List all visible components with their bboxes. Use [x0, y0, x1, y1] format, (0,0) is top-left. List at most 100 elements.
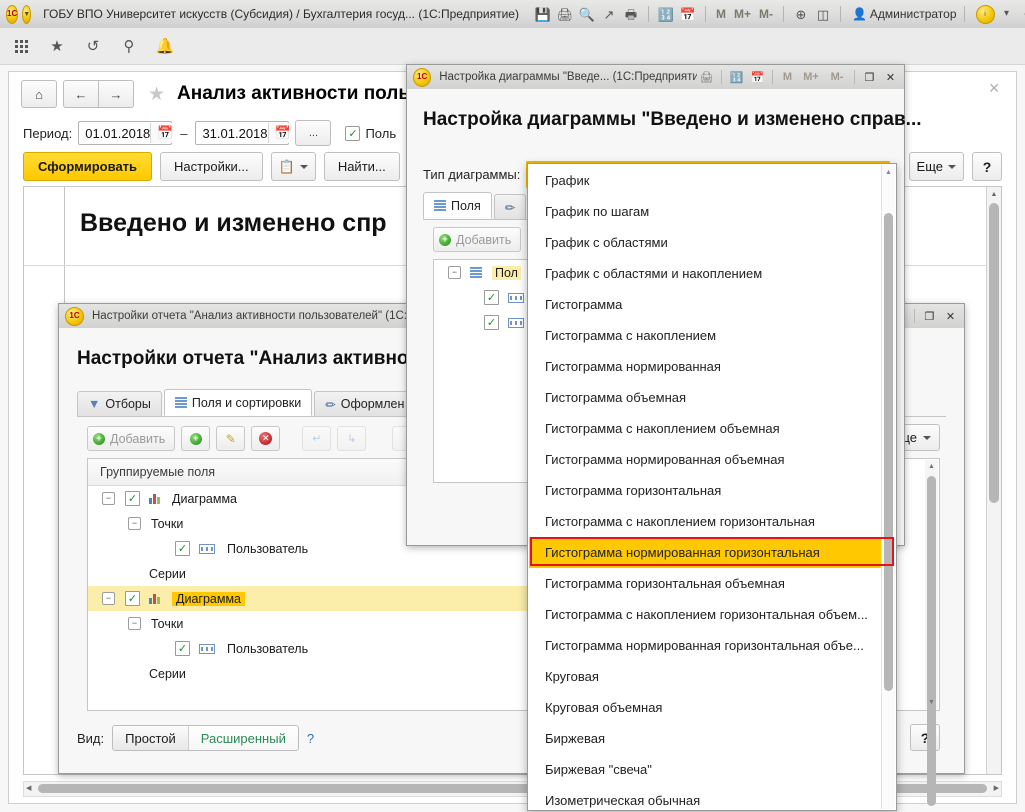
dropdown-item[interactable]: Гистограмма объемная: [529, 382, 882, 413]
expander-collapse-icon[interactable]: −: [102, 592, 115, 605]
dropdown-item[interactable]: Гистограмма с накоплением: [529, 320, 882, 351]
print-preview-icon[interactable]: 🖨: [697, 68, 716, 87]
dropdown-item[interactable]: График: [529, 165, 882, 196]
calculator-icon[interactable]: 🔢: [656, 4, 676, 24]
maximize-button[interactable]: ❐: [860, 68, 879, 87]
magnifier-icon[interactable]: ⊕: [791, 4, 811, 24]
copy-report-button[interactable]: 📋: [271, 152, 316, 181]
memory-mplus-button[interactable]: M+: [731, 7, 754, 21]
report-vertical-scrollbar[interactable]: ▲: [986, 187, 1001, 774]
generate-button[interactable]: Сформировать: [23, 152, 152, 181]
dropdown-item[interactable]: Гистограмма с накоплением горизонтальная…: [529, 599, 882, 630]
calendar-icon[interactable]: 📅: [748, 68, 767, 87]
notifications-bell-icon[interactable]: 🔔: [150, 33, 180, 59]
dropdown-item[interactable]: График с областями и накоплением: [529, 258, 882, 289]
checkbox-checked-icon[interactable]: ✓: [125, 491, 140, 506]
print-icon[interactable]: 🖨: [555, 4, 575, 24]
arrow-right-icon[interactable]: →: [98, 80, 134, 108]
scroll-thumb[interactable]: [989, 203, 999, 503]
period-more-button[interactable]: ...: [295, 120, 331, 146]
delete-red-icon[interactable]: ✕: [251, 426, 280, 451]
close-button[interactable]: ✕: [881, 68, 900, 87]
memory-mplus-button[interactable]: M+: [799, 68, 823, 87]
dropdown-item[interactable]: Круговая: [529, 661, 882, 692]
tab-oformlenie[interactable]: ✏ Оформлен: [314, 391, 415, 416]
close-icon[interactable]: ✕: [988, 80, 1000, 97]
expander-collapse-icon[interactable]: −: [128, 517, 141, 530]
scroll-up-arrow-icon[interactable]: ▲: [925, 460, 938, 473]
calendar-icon-from[interactable]: 📅: [150, 123, 173, 143]
app-menu-dropdown-icon[interactable]: ▼: [22, 5, 31, 24]
search-icon[interactable]: ⚲: [114, 33, 144, 59]
dropdown-item[interactable]: Изометрическая обычная: [529, 785, 882, 811]
calendar-icon-to[interactable]: 📅: [268, 123, 291, 143]
scroll-left-arrow-icon[interactable]: ◀: [26, 784, 31, 792]
memory-mminus-button[interactable]: M-: [825, 68, 849, 87]
star-icon[interactable]: ★: [148, 83, 165, 106]
move-out-icon[interactable]: ↵: [302, 426, 331, 451]
link-upload-icon[interactable]: ↗: [599, 4, 619, 24]
user-filter-checkbox[interactable]: ✓ Поль: [345, 126, 396, 141]
minimize-button[interactable]: −: [1017, 4, 1025, 24]
help-link[interactable]: ?: [307, 731, 314, 746]
dropdown-item[interactable]: Гистограмма нормированная горизонтальная: [529, 537, 882, 568]
right-panel-scrollbar[interactable]: ▲ ▼: [925, 460, 938, 709]
arrow-left-icon[interactable]: ←: [63, 80, 98, 108]
home-icon[interactable]: ⌂: [21, 80, 57, 108]
maximize-button[interactable]: ❐: [920, 307, 939, 326]
settings-button[interactable]: Настройки...: [160, 152, 263, 181]
dropdown-item[interactable]: График с областями: [529, 227, 882, 258]
chart-add-button[interactable]: + Добавить: [433, 227, 521, 252]
checkbox-checked-icon[interactable]: ✓: [175, 641, 190, 656]
calendar-icon[interactable]: 📅: [678, 4, 698, 24]
tab-otbory[interactable]: ▼ Отборы: [77, 391, 162, 416]
more-button[interactable]: Еще: [909, 152, 964, 181]
date-to-input[interactable]: 31.01.2018 📅: [195, 121, 289, 145]
find-button[interactable]: Найти...: [324, 152, 400, 181]
add-copy-icon[interactable]: +: [181, 426, 210, 451]
view-extended-button[interactable]: Расширенный: [188, 726, 298, 750]
scroll-right-arrow-icon[interactable]: ▶: [994, 784, 999, 792]
dropdown-scrollbar[interactable]: ▲: [881, 165, 895, 809]
checkbox-checked-icon[interactable]: ✓: [484, 315, 499, 330]
dropdown-item[interactable]: Гистограмма горизонтальная: [529, 475, 882, 506]
chart-type-dropdown[interactable]: ГрафикГрафик по шагамГрафик с областямиГ…: [527, 163, 897, 811]
add-button[interactable]: + Добавить: [87, 426, 175, 451]
dropdown-item[interactable]: Гистограмма нормированная горизонтальная…: [529, 630, 882, 661]
checkbox-checked-icon[interactable]: ✓: [125, 591, 140, 606]
chart-type-dropdown-list[interactable]: ГрафикГрафик по шагамГрафик с областямиГ…: [529, 165, 882, 809]
scroll-thumb[interactable]: [927, 476, 936, 806]
scroll-thumb[interactable]: [884, 213, 893, 691]
current-user[interactable]: 👤 Администратор: [852, 7, 957, 21]
favorites-star-icon[interactable]: ★: [42, 33, 72, 59]
move-in-icon[interactable]: ↳: [337, 426, 366, 451]
apps-grid-icon[interactable]: [6, 33, 36, 59]
close-button[interactable]: ✕: [941, 307, 960, 326]
scroll-up-arrow-icon[interactable]: ▲: [987, 187, 1001, 201]
info-icon[interactable]: i: [976, 5, 995, 24]
dropdown-item[interactable]: Гистограмма нормированная объемная: [529, 444, 882, 475]
dropdown-item[interactable]: Биржевая: [529, 723, 882, 754]
dropdown-item[interactable]: Круговая объемная: [529, 692, 882, 723]
memory-m-button[interactable]: M: [778, 68, 797, 87]
dropdown-item[interactable]: Гистограмма: [529, 289, 882, 320]
chevron-down-icon[interactable]: ▾: [997, 4, 1017, 24]
pencil-icon[interactable]: ✎: [216, 426, 245, 451]
dropdown-item[interactable]: Гистограмма с накоплением объемная: [529, 413, 882, 444]
dropdown-item[interactable]: Гистограмма горизонтальная объемная: [529, 568, 882, 599]
tab-polya-i-sortirovki[interactable]: Поля и сортировки: [164, 389, 312, 416]
checkbox-checked-icon[interactable]: ✓: [484, 290, 499, 305]
view-simple-button[interactable]: Простой: [113, 726, 188, 750]
chart-settings-titlebar[interactable]: 1С Настройка диаграммы "Введе... (1С:Пре…: [407, 65, 904, 90]
panels-icon[interactable]: ◫: [813, 4, 833, 24]
history-icon[interactable]: ↺: [78, 33, 108, 59]
dropdown-item[interactable]: Гистограмма нормированная: [529, 351, 882, 382]
expander-collapse-icon[interactable]: −: [102, 492, 115, 505]
print-preview-icon[interactable]: 🔍: [577, 4, 597, 24]
dropdown-item[interactable]: График по шагам: [529, 196, 882, 227]
scroll-down-arrow-icon[interactable]: ▼: [925, 696, 938, 709]
tab-polya[interactable]: Поля: [423, 192, 492, 219]
tab-oformlenie-chart[interactable]: ✏: [494, 194, 526, 219]
date-from-input[interactable]: 01.01.2018 📅: [78, 121, 172, 145]
print-copy-icon[interactable]: 🖶: [621, 4, 641, 24]
